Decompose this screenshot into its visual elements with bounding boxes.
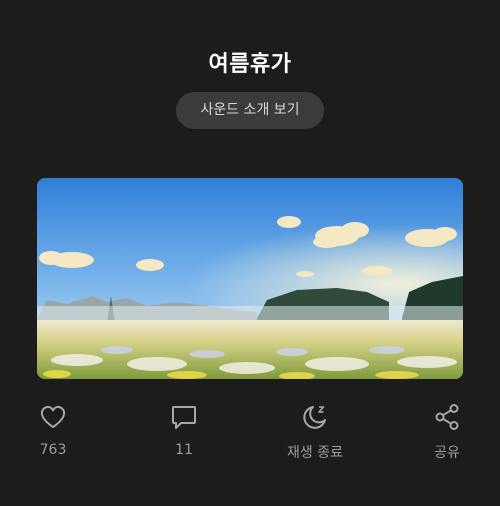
page-title: 여름휴가 (208, 52, 292, 77)
action-bar: 763 11 재생 종료 공유 (0, 402, 500, 472)
share-icon (432, 402, 462, 432)
sleep-timer-label: 재생 종료 (287, 445, 343, 461)
comment-count: 11 (175, 442, 193, 458)
comment-icon (169, 402, 199, 432)
like-button[interactable]: 763 (8, 402, 98, 458)
comment-button[interactable]: 11 (139, 402, 229, 458)
sound-intro-button[interactable]: 사운드 소개 보기 (176, 92, 324, 129)
moon-sleep-icon (300, 402, 330, 432)
heart-icon (38, 402, 68, 432)
share-button[interactable]: 공유 (402, 402, 492, 462)
share-label: 공유 (434, 445, 460, 461)
like-count: 763 (39, 442, 67, 458)
sleep-timer-button[interactable]: 재생 종료 (270, 402, 360, 462)
cover-image (37, 178, 463, 379)
